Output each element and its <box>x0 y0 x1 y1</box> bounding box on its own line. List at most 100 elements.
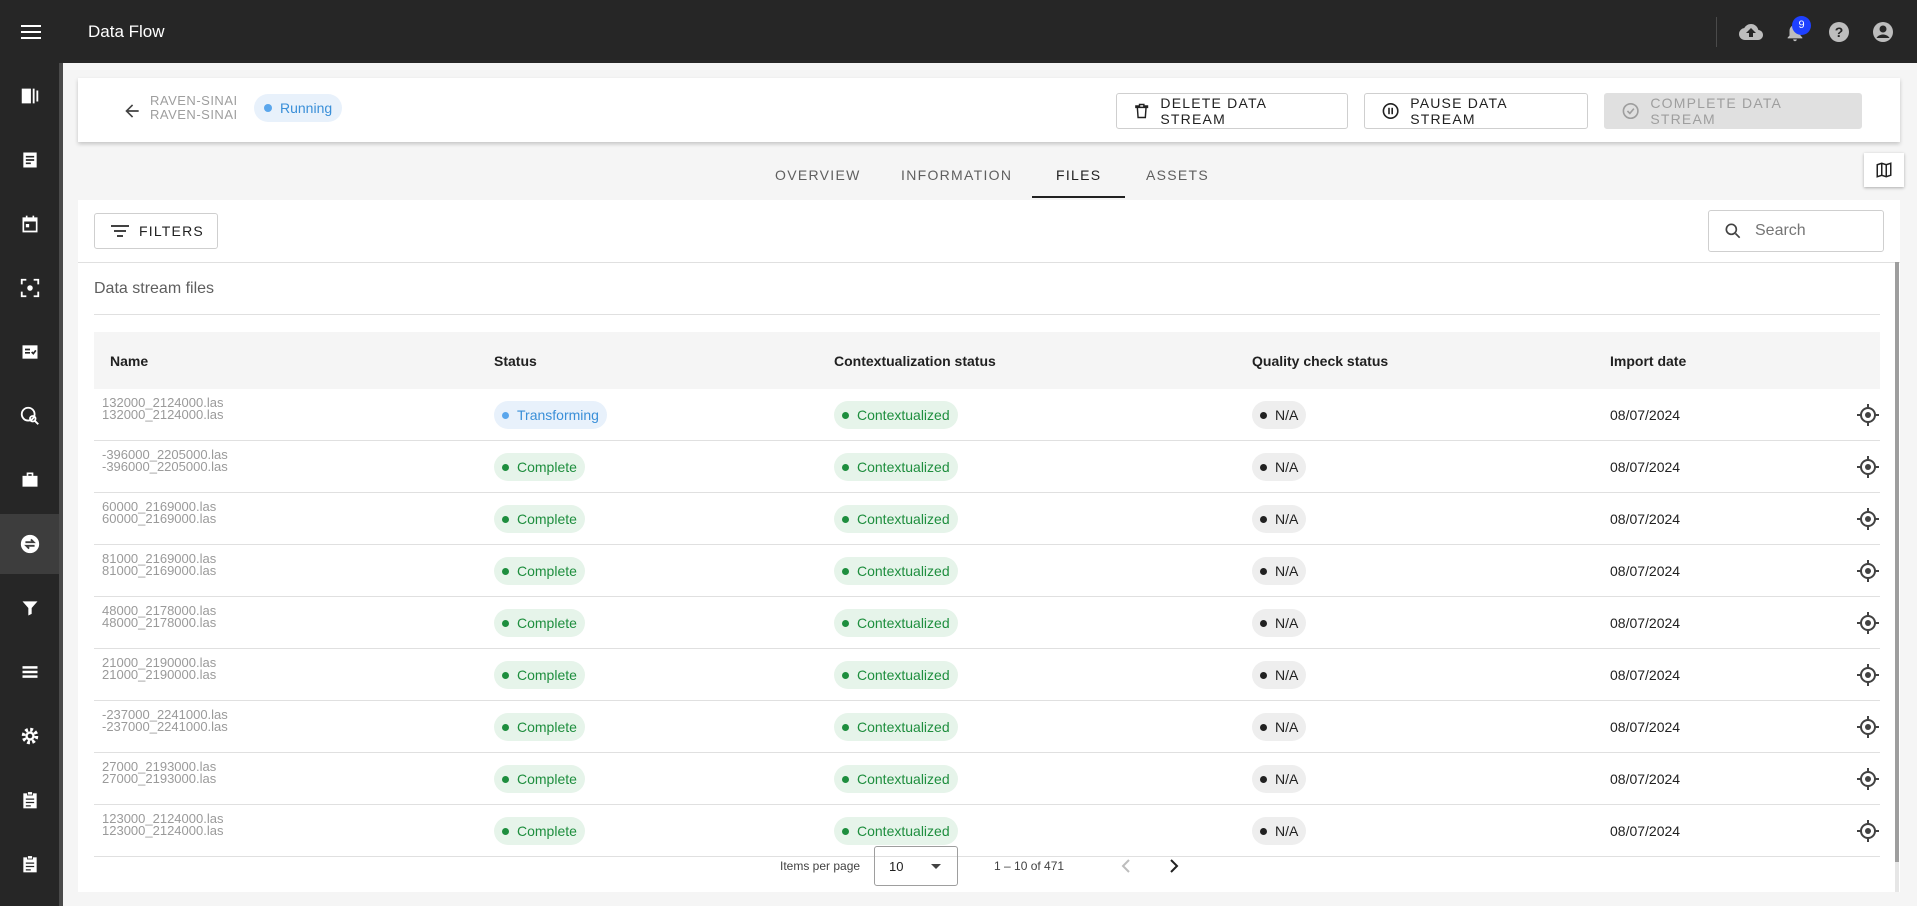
delete-data-stream-button[interactable]: DELETE DATA STREAM <box>1116 93 1348 129</box>
contextualization-cell: Contextualized <box>834 545 958 597</box>
quality-check-badge: N/A <box>1252 557 1307 585</box>
gear-icon <box>21 727 38 745</box>
contextualization-cell: Contextualized <box>834 389 958 441</box>
locate-icon[interactable] <box>1856 819 1880 843</box>
briefcase-icon <box>22 472 37 487</box>
notification-badge: 9 <box>1792 15 1811 35</box>
column-header-name[interactable]: Name <box>110 332 148 389</box>
status-cell: Complete <box>494 441 585 493</box>
file-name: 21000_2190000.las 21000_2190000.las <box>102 655 217 682</box>
account-icon[interactable] <box>1861 10 1905 54</box>
quality-check-badge: N/A <box>1252 817 1307 845</box>
column-header-import-date[interactable]: Import date <box>1610 332 1686 389</box>
items-per-page-value: 10 <box>889 858 904 874</box>
quality-check-label: N/A <box>1275 615 1299 631</box>
status-label: Complete <box>517 459 577 475</box>
sidebar-item-scan[interactable] <box>0 258 59 318</box>
status-cell: Complete <box>494 493 585 545</box>
quality-check-label: N/A <box>1275 771 1299 787</box>
status-badge: Complete <box>494 453 585 481</box>
sidebar-item-data-flow[interactable] <box>0 514 59 574</box>
status-dot <box>502 671 509 679</box>
svg-text:?: ? <box>1835 24 1844 40</box>
sidebar-edge <box>59 63 63 906</box>
contextualization-label: Contextualized <box>857 407 950 423</box>
table-row[interactable]: -237000_2241000.las -237000_2241000.las Co… <box>94 701 1880 753</box>
table-row[interactable]: 48000_2178000.las 48000_2178000.las Comple… <box>94 597 1880 649</box>
table-row[interactable]: 81000_2169000.las 81000_2169000.las Comple… <box>94 545 1880 597</box>
table-row[interactable]: 60000_2169000.las 60000_2169000.las Comple… <box>94 493 1880 545</box>
notifications-icon[interactable]: 9 <box>1773 10 1817 54</box>
locate-icon[interactable] <box>1856 611 1880 635</box>
status-label: Complete <box>517 667 577 683</box>
tab-files[interactable]: FILES <box>1031 150 1127 200</box>
column-header-status[interactable]: Status <box>494 332 537 389</box>
sidebar-item-work[interactable] <box>0 450 59 510</box>
file-name-cell: 48000_2178000.las 48000_2178000.las <box>94 597 394 649</box>
status-cell: Complete <box>494 649 585 701</box>
status-badge: Transforming <box>494 401 607 429</box>
pause-data-stream-button[interactable]: PAUSE DATA STREAM <box>1364 93 1588 129</box>
status-dot <box>502 775 509 783</box>
status-dot <box>502 567 509 575</box>
locate-icon[interactable] <box>1856 715 1880 739</box>
sidebar-item-search[interactable] <box>0 386 59 446</box>
next-page-icon[interactable] <box>1162 854 1186 878</box>
status-dot <box>502 463 509 471</box>
column-header-quality-check[interactable]: Quality check status <box>1252 332 1388 389</box>
file-name: 27000_2193000.las 27000_2193000.las <box>102 759 217 786</box>
sidebar-item-reports[interactable] <box>0 130 59 190</box>
contextualization-cell: Contextualized <box>834 701 958 753</box>
sidebar-item-storage[interactable] <box>0 642 59 702</box>
table-row[interactable]: 21000_2190000.las 21000_2190000.las Comple… <box>94 649 1880 701</box>
storage-icon <box>22 666 37 678</box>
filter-funnel-icon <box>22 601 37 616</box>
contextualization-label: Contextualized <box>857 459 950 475</box>
sidebar-item-calendar[interactable] <box>0 194 59 254</box>
filters-button[interactable]: FILTERS <box>94 213 218 249</box>
tab-assets[interactable]: ASSETS <box>1146 150 1209 200</box>
travel-explore-icon <box>20 406 39 425</box>
sidebar-item-settings[interactable] <box>0 706 59 766</box>
app-bar: Data Flow 9 ? <box>0 0 1917 63</box>
book-icon <box>21 88 38 104</box>
locate-icon[interactable] <box>1856 403 1880 427</box>
previous-page-icon[interactable] <box>1114 854 1138 878</box>
status-dot <box>1260 411 1267 419</box>
locate-icon[interactable] <box>1856 559 1880 583</box>
import-date-cell: 08/07/2024 <box>1610 563 1681 579</box>
locate-icon[interactable] <box>1856 663 1880 687</box>
cloud-upload-icon[interactable] <box>1729 10 1773 54</box>
search-field[interactable] <box>1708 210 1884 252</box>
map-icon[interactable] <box>1864 153 1904 187</box>
sidebar-item-viewer[interactable] <box>0 66 59 126</box>
file-name-cell: 27000_2193000.las 27000_2193000.las <box>94 753 394 805</box>
table-row[interactable]: -396000_2205000.las -396000_2205000.las Co… <box>94 441 1880 493</box>
back-arrow-icon[interactable] <box>118 97 146 125</box>
sidebar-item-clipboard[interactable] <box>0 770 59 830</box>
locate-icon[interactable] <box>1856 455 1880 479</box>
import-date-cell: 08/07/2024 <box>1610 667 1681 683</box>
file-name: 81000_2169000.las 81000_2169000.las <box>102 551 217 578</box>
sidebar-item-tasks[interactable] <box>0 322 59 382</box>
table-row[interactable]: 132000_2124000.las 132000_2124000.las Tran… <box>94 389 1880 441</box>
scrollbar-thumb[interactable] <box>1895 262 1899 862</box>
column-header-contextualization[interactable]: Contextualization status <box>834 332 996 389</box>
search-icon <box>1725 223 1741 239</box>
tab-overview[interactable]: OVERVIEW <box>775 150 861 200</box>
sidebar-item-filter[interactable] <box>0 578 59 638</box>
quality-check-label: N/A <box>1275 511 1299 527</box>
contextualization-badge: Contextualized <box>834 713 958 741</box>
menu-icon[interactable] <box>0 0 62 63</box>
quality-check-badge: N/A <box>1252 401 1307 429</box>
items-per-page-select[interactable]: 10 <box>874 846 958 886</box>
status-badge: Complete <box>494 765 585 793</box>
help-icon[interactable]: ? <box>1817 10 1861 54</box>
search-input[interactable] <box>1755 222 1875 240</box>
table-row[interactable]: 27000_2193000.las 27000_2193000.las Comple… <box>94 753 1880 805</box>
complete-data-stream-button[interactable]: COMPLETE DATA STREAM <box>1604 93 1862 129</box>
tab-information[interactable]: INFORMATION <box>901 150 1012 200</box>
locate-icon[interactable] <box>1856 507 1880 531</box>
status-dot <box>842 775 849 783</box>
locate-icon[interactable] <box>1856 767 1880 791</box>
